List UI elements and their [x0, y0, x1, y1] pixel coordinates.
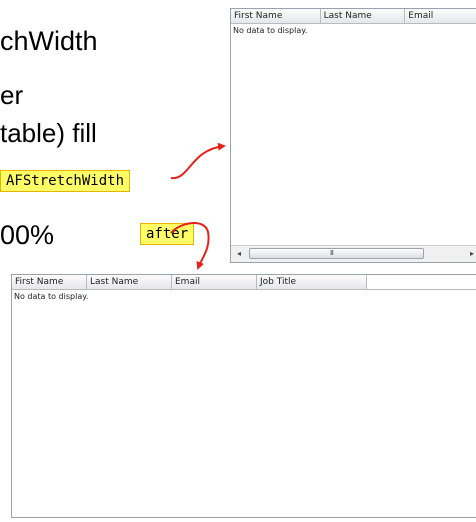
column-header-email[interactable]: Email — [405, 9, 476, 23]
grip-icon: III — [330, 250, 334, 257]
scrollbar-thumb[interactable]: III — [249, 248, 424, 259]
after-callout: after — [140, 223, 195, 245]
data-grid-before: First Name Last Name Email No data to di… — [230, 8, 476, 263]
column-header-first-name[interactable]: First Name — [231, 9, 321, 23]
scroll-right-arrow-icon[interactable]: ▸ — [464, 246, 476, 261]
slide-text-line-4: 00% — [0, 220, 55, 250]
data-grid-after: First Name Last Name Email Job Title No … — [11, 274, 476, 518]
empty-data-message: No data to display. — [14, 292, 89, 301]
slide-text-line-3: table) fill — [0, 118, 97, 148]
column-header-first-name[interactable]: First Name — [12, 275, 87, 289]
column-header-email[interactable]: Email — [172, 275, 257, 289]
stretch-width-callout: AFStretchWidth — [0, 170, 131, 192]
empty-data-message: No data to display. — [233, 26, 308, 35]
horizontal-scrollbar[interactable]: ◂ III ▸ — [231, 245, 476, 262]
column-header-filler — [367, 275, 476, 289]
grid-header: First Name Last Name Email — [231, 9, 476, 24]
slide-text-line-2: er — [0, 80, 24, 110]
column-header-last-name[interactable]: Last Name — [87, 275, 172, 289]
grid-header: First Name Last Name Email Job Title — [12, 275, 476, 290]
column-header-job-title[interactable]: Job Title — [257, 275, 367, 289]
scroll-left-arrow-icon[interactable]: ◂ — [231, 246, 247, 261]
slide-text-line-1: chWidth — [0, 26, 98, 56]
column-header-last-name[interactable]: Last Name — [321, 9, 406, 23]
arrow-to-before-grid — [170, 142, 226, 180]
